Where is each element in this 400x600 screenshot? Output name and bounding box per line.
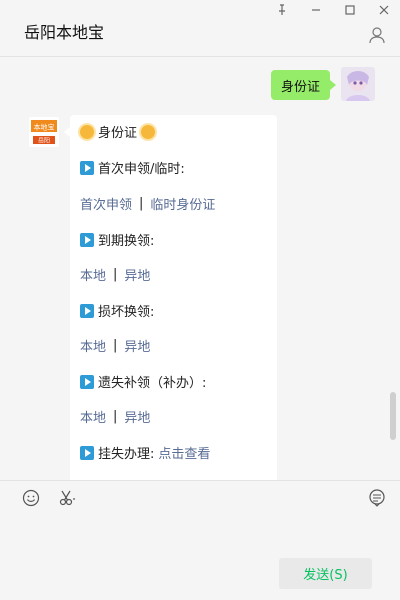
- user-message-bubble[interactable]: 身份证: [270, 70, 337, 100]
- section-label: 挂失办理:: [98, 447, 155, 462]
- link-first-apply[interactable]: 首次申领: [80, 194, 132, 213]
- bot-heading: 身份证: [80, 122, 156, 141]
- scissors-icon[interactable]: [58, 489, 76, 507]
- link-local[interactable]: 本地: [80, 407, 106, 426]
- window-controls: [274, 2, 392, 18]
- section-lost-links: 本地 | 异地: [80, 407, 150, 426]
- user-message-text: 身份证: [280, 79, 320, 95]
- play-icon: [80, 374, 94, 389]
- chat-scrollbar[interactable]: [390, 392, 396, 440]
- emoji-icon[interactable]: [22, 489, 40, 507]
- bot-logo-bottom-text: 岳阳: [38, 137, 50, 145]
- section-expiry-renewal: 到期换领:: [80, 230, 154, 249]
- close-icon[interactable]: [376, 2, 392, 18]
- user-profile-icon[interactable]: [368, 26, 386, 44]
- send-button[interactable]: 发送(S): [279, 558, 372, 589]
- section-label: 到期换领:: [98, 234, 155, 249]
- heading-text: 身份证: [98, 126, 138, 141]
- section-label: 损坏换领:: [98, 305, 155, 320]
- link-separator: |: [139, 196, 144, 211]
- section-first-apply: 首次申领/临时:: [80, 158, 185, 177]
- link-nonlocal[interactable]: 异地: [124, 336, 150, 355]
- link-local[interactable]: 本地: [80, 265, 106, 284]
- section-damage-renewal: 损坏换领:: [80, 301, 154, 320]
- user-avatar[interactable]: [341, 67, 375, 101]
- title-bar: 岳阳本地宝: [0, 0, 400, 56]
- section-expiry-links: 本地 | 异地: [80, 265, 150, 284]
- link-nonlocal[interactable]: 异地: [124, 407, 150, 426]
- link-view-details[interactable]: 点击查看: [158, 443, 210, 462]
- link-temporary-id[interactable]: 临时身份证: [150, 194, 215, 213]
- bot-avatar[interactable]: 本地宝 岳阳: [29, 117, 59, 147]
- chat-area[interactable]: 身份证 本地宝 岳阳 身份证 首次申领/临时: 首次申领 | 临时身份证 到期换…: [0, 57, 400, 480]
- bot-message-bubble: 身份证 首次申领/临时: 首次申领 | 临时身份证 到期换领: 本地 | 异地 …: [64, 115, 277, 480]
- play-icon: [80, 160, 94, 175]
- input-toolbar: [22, 489, 76, 507]
- sun-icon: [141, 124, 156, 139]
- section-damage-links: 本地 | 异地: [80, 336, 150, 355]
- play-icon: [80, 303, 94, 318]
- play-icon: [80, 232, 94, 247]
- pin-icon[interactable]: [274, 2, 290, 18]
- link-local[interactable]: 本地: [80, 336, 106, 355]
- sun-icon: [80, 124, 94, 139]
- section-lost-replacement: 遗失补领（补办）:: [80, 372, 206, 391]
- play-icon: [80, 445, 94, 460]
- link-nonlocal[interactable]: 异地: [124, 265, 150, 284]
- link-separator: |: [113, 409, 118, 424]
- chat-title: 岳阳本地宝: [24, 23, 105, 42]
- input-divider: [0, 480, 400, 481]
- section-report-loss: 挂失办理: 点击查看: [80, 443, 210, 462]
- maximize-icon[interactable]: [342, 2, 358, 18]
- section-first-apply-links: 首次申领 | 临时身份证: [80, 194, 215, 213]
- link-separator: |: [113, 338, 118, 353]
- voice-icon[interactable]: [368, 489, 386, 507]
- section-label: 首次申领/临时:: [98, 162, 185, 177]
- section-label: 遗失补领（补办）:: [98, 376, 207, 391]
- bot-logo-top-text: 本地宝: [34, 123, 55, 132]
- link-separator: |: [113, 267, 118, 282]
- minimize-icon[interactable]: [308, 2, 324, 18]
